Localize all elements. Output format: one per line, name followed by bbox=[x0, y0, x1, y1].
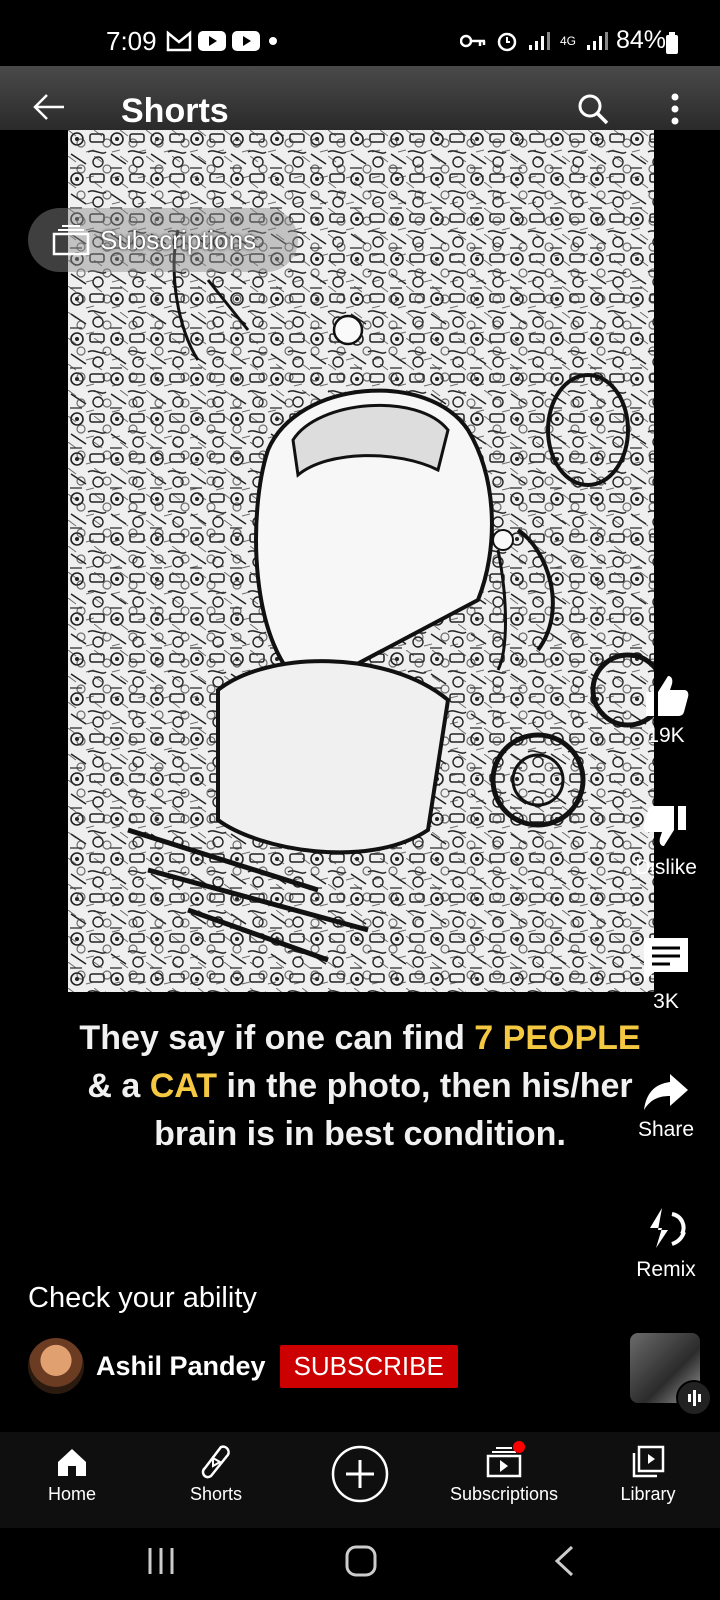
nav-create[interactable] bbox=[290, 1444, 430, 1504]
more-vert-icon[interactable] bbox=[670, 92, 680, 126]
nav-library-label: Library bbox=[620, 1484, 676, 1504]
like-button[interactable]: 19K bbox=[616, 672, 716, 748]
remix-button[interactable]: Remix bbox=[616, 1204, 716, 1282]
subscriptions-pill-label: Subscriptions bbox=[100, 224, 257, 255]
dislike-label: Dislike bbox=[635, 856, 697, 879]
channel-row: Ashil Pandey SUBSCRIBE bbox=[28, 1338, 458, 1394]
dislike-button[interactable]: Dislike bbox=[616, 804, 716, 880]
search-icon[interactable] bbox=[576, 92, 610, 126]
home-icon bbox=[58, 1449, 86, 1476]
overlay-highlight: 7 PEOPLE bbox=[474, 1019, 641, 1057]
signal-icon bbox=[587, 32, 609, 50]
audio-bars-icon bbox=[688, 1390, 701, 1406]
battery-level: 84% bbox=[615, 26, 666, 54]
network-type: 4G bbox=[560, 34, 577, 48]
back-button-icon[interactable] bbox=[552, 1544, 576, 1578]
dot-icon bbox=[269, 37, 277, 45]
nav-home-label: Home bbox=[47, 1484, 96, 1504]
share-button[interactable]: Share bbox=[616, 1072, 716, 1142]
overlay-text-part: They say if one can find bbox=[79, 1019, 475, 1057]
notification-icons bbox=[166, 30, 280, 52]
youtube-icon bbox=[232, 31, 260, 51]
system-navigation-bar bbox=[0, 1528, 720, 1600]
youtube-icon bbox=[198, 31, 226, 51]
signal-icon bbox=[529, 32, 550, 50]
notification-dot-icon bbox=[513, 1441, 525, 1453]
subscribe-button[interactable]: SUBSCRIBE bbox=[279, 1344, 458, 1388]
shorts-icon bbox=[201, 1445, 230, 1479]
channel-name[interactable]: Ashil Pandey bbox=[96, 1351, 266, 1382]
top-bar bbox=[0, 66, 720, 130]
nav-subscriptions[interactable]: Subscriptions bbox=[434, 1440, 574, 1505]
library-icon bbox=[632, 1445, 665, 1478]
video-overlay-text: They say if one can find 7 PEOPLE & a CA… bbox=[40, 1014, 680, 1158]
key-icon bbox=[460, 34, 486, 48]
thumbs-down-icon bbox=[643, 806, 686, 846]
recent-apps-icon[interactable] bbox=[146, 1546, 176, 1576]
subscriptions-pill[interactable]: Subscriptions bbox=[28, 208, 298, 272]
home-button-icon[interactable] bbox=[344, 1544, 378, 1578]
system-status-icons: 4G bbox=[460, 30, 609, 52]
gmail-icon bbox=[166, 30, 192, 52]
nav-library[interactable]: Library bbox=[578, 1440, 718, 1505]
comment-icon bbox=[644, 938, 688, 982]
overlay-highlight: CAT bbox=[149, 1067, 218, 1105]
nav-shorts-label: Shorts bbox=[189, 1484, 243, 1504]
comment-count: 3K bbox=[653, 990, 679, 1013]
status-time: 7:09 bbox=[106, 26, 157, 56]
status-bar: 7:09 4G 84% bbox=[0, 0, 720, 66]
channel-avatar[interactable] bbox=[28, 1338, 84, 1394]
overlay-text-part: in the photo, then his/her bbox=[217, 1067, 633, 1105]
nav-shorts[interactable]: Shorts bbox=[146, 1440, 286, 1505]
subscriptions-icon bbox=[52, 225, 90, 256]
thumbs-up-icon bbox=[646, 676, 689, 716]
battery-icon bbox=[666, 32, 678, 54]
overlay-text-part: brain is in best condition. bbox=[154, 1115, 566, 1153]
remix-label: Remix bbox=[636, 1258, 696, 1281]
remix-icon bbox=[650, 1208, 686, 1248]
like-count: 19K bbox=[647, 724, 685, 747]
video-caption: Check your ability bbox=[28, 1282, 257, 1314]
share-label: Share bbox=[637, 1118, 695, 1141]
create-plus-icon bbox=[331, 1445, 389, 1503]
share-icon bbox=[644, 1074, 688, 1110]
page-title: Shorts bbox=[121, 92, 229, 130]
overlay-text-part: & a bbox=[87, 1067, 150, 1105]
comments-button[interactable]: 3K bbox=[616, 936, 716, 1014]
back-arrow-icon[interactable] bbox=[32, 92, 66, 122]
nav-home[interactable]: Home bbox=[2, 1440, 142, 1505]
audio-badge bbox=[676, 1380, 712, 1416]
nav-subscriptions-label: Subscriptions bbox=[449, 1484, 559, 1504]
alarm-icon bbox=[497, 32, 517, 52]
